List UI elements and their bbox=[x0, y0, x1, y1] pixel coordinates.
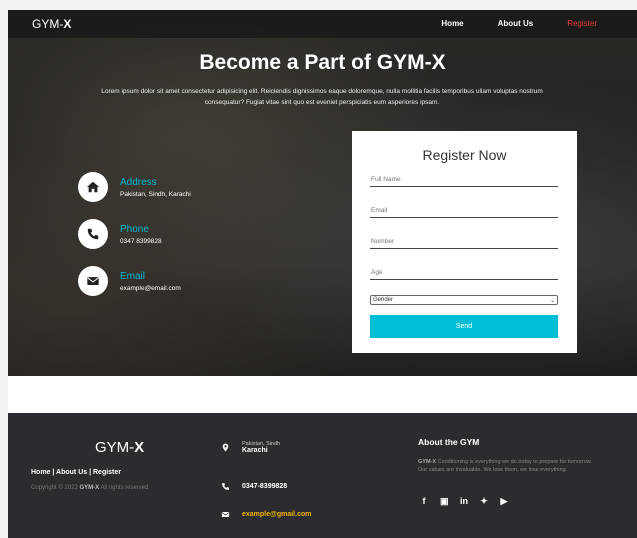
footer-email: example@gmail.com bbox=[221, 510, 311, 519]
gender-select[interactable]: Gender ⌄ bbox=[370, 295, 558, 305]
number-input[interactable] bbox=[370, 235, 558, 249]
email-input[interactable] bbox=[370, 204, 558, 218]
contact-value: 0347 8399828 bbox=[120, 237, 162, 245]
register-form: Register Now Gender ⌄ Send bbox=[352, 131, 577, 353]
nav-home[interactable]: Home bbox=[441, 19, 463, 28]
footer-logo[interactable]: GYM-X bbox=[95, 439, 144, 456]
map-pin-icon bbox=[222, 443, 229, 452]
contact-phone: Phone 0347 8399828 bbox=[78, 219, 162, 249]
about-text: GYM-X Conditioning is everything we do t… bbox=[418, 459, 592, 473]
contact-email: Email example@email.com bbox=[78, 266, 181, 296]
logo[interactable]: GYM-X bbox=[32, 17, 71, 31]
chevron-down-icon: ⌄ bbox=[549, 297, 555, 304]
page: GYM-X Home About Us Register Become a Pa… bbox=[8, 10, 637, 538]
hero-section: GYM-X Home About Us Register Become a Pa… bbox=[8, 10, 637, 376]
footer-copyright: Copyright © 2022 GYM-X All rights reserv… bbox=[31, 485, 149, 491]
navbar: GYM-X Home About Us Register bbox=[8, 10, 637, 38]
phone-icon bbox=[78, 219, 108, 249]
footer-email-link[interactable]: example@gmail.com bbox=[242, 511, 311, 518]
age-input[interactable] bbox=[370, 266, 558, 280]
footer-address: Pakistan, Sindh Karachi bbox=[221, 441, 280, 454]
contact-address: Address Pakistan, Sindh, Karachi bbox=[78, 172, 191, 202]
send-button[interactable]: Send bbox=[370, 315, 558, 338]
phone-icon bbox=[222, 483, 229, 490]
youtube-icon[interactable]: ▶ bbox=[500, 496, 508, 507]
form-title: Register Now bbox=[422, 147, 507, 163]
envelope-icon bbox=[221, 511, 230, 518]
about-title: About the GYM bbox=[418, 437, 480, 447]
gender-selected: Gender bbox=[373, 297, 394, 303]
envelope-icon bbox=[78, 266, 108, 296]
contact-label: Address bbox=[120, 176, 157, 188]
facebook-icon[interactable]: f bbox=[420, 496, 428, 507]
contact-value: example@email.com bbox=[120, 284, 181, 292]
nav-menu: Home About Us Register bbox=[441, 19, 637, 28]
contact-label: Email bbox=[120, 270, 146, 282]
nav-register[interactable]: Register bbox=[567, 19, 597, 28]
hero-subtitle: Lorem ipsum dolor sit amet consectetur a… bbox=[101, 88, 543, 106]
linkedin-icon[interactable]: in bbox=[460, 496, 468, 507]
footer-address-line2: Karachi bbox=[242, 447, 268, 454]
footer-phone-number: 0347-8399828 bbox=[242, 483, 288, 490]
footer-links[interactable]: Home | About Us | Register bbox=[31, 469, 121, 476]
twitter-icon[interactable]: ✦ bbox=[480, 496, 488, 507]
footer: GYM-X Home | About Us | Register Copyrig… bbox=[8, 413, 637, 538]
contact-label: Phone bbox=[120, 223, 149, 235]
instagram-icon[interactable]: ▣ bbox=[440, 496, 449, 507]
nav-about-us[interactable]: About Us bbox=[498, 19, 534, 28]
home-icon bbox=[78, 172, 108, 202]
full-name-input[interactable] bbox=[370, 173, 558, 187]
hero-title: Become a Part of GYM-X bbox=[199, 51, 446, 74]
contact-value: Pakistan, Sindh, Karachi bbox=[120, 190, 191, 198]
footer-phone: 0347-8399828 bbox=[221, 482, 287, 491]
social-links: f ▣ in ✦ ▶ bbox=[420, 496, 520, 507]
